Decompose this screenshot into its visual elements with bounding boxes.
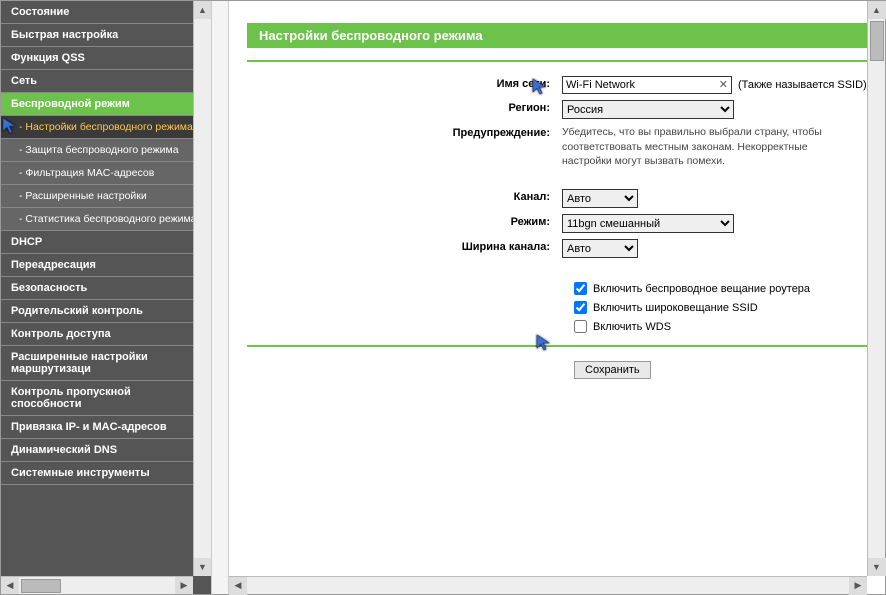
ssid-label: Имя сети: [247, 76, 562, 90]
enable-wireless-checkbox[interactable] [574, 282, 587, 295]
divider-top [247, 60, 867, 62]
scrollbar-thumb[interactable] [870, 21, 884, 61]
main-panel: Настройки беспроводного режима Имя сети:… [229, 1, 885, 594]
clear-input-icon[interactable]: ✕ [719, 78, 728, 91]
region-label: Регион: [247, 100, 562, 114]
main-scrollbar-vertical[interactable]: ▲ ▼ [867, 1, 885, 576]
scroll-up-icon[interactable]: ▲ [194, 1, 212, 19]
sidebar-item-17[interactable]: Привязка IP- и MAC-адресов [1, 416, 211, 439]
sidebar-item-15[interactable]: Расширенные настройки маршрутизаци [1, 346, 211, 381]
scroll-left-icon[interactable]: ◀ [1, 577, 19, 595]
sidebar-item-1[interactable]: Быстрая настройка [1, 24, 211, 47]
scroll-down-icon[interactable]: ▼ [868, 558, 886, 576]
chwidth-select[interactable]: Авто [562, 239, 638, 258]
sidebar-item-5[interactable]: - Настройки беспроводного режима [1, 116, 211, 139]
sidebar-item-9[interactable]: - Статистика беспроводного режима [1, 208, 211, 231]
divider-bottom [247, 345, 867, 347]
save-button[interactable]: Сохранить [574, 361, 651, 379]
sidebar-item-7[interactable]: - Фильтрация MAC-адресов [1, 162, 211, 185]
enable-wds-checkbox[interactable] [574, 320, 587, 333]
sidebar-item-3[interactable]: Сеть [1, 70, 211, 93]
sidebar: СостояниеБыстрая настройкаФункция QSSСет… [1, 1, 211, 594]
region-select[interactable]: Россия [562, 100, 734, 119]
sidebar-item-16[interactable]: Контроль пропускной способности [1, 381, 211, 416]
sidebar-item-2[interactable]: Функция QSS [1, 47, 211, 70]
sidebar-item-11[interactable]: Переадресация [1, 254, 211, 277]
scroll-up-icon[interactable]: ▲ [868, 1, 886, 19]
sidebar-item-0[interactable]: Состояние [1, 1, 211, 24]
cursor-icon [535, 333, 553, 354]
sidebar-item-19[interactable]: Системные инструменты [1, 462, 211, 485]
scroll-right-icon[interactable]: ▶ [175, 577, 193, 595]
warning-label: Предупреждение: [247, 125, 562, 139]
sidebar-item-18[interactable]: Динамический DNS [1, 439, 211, 462]
sidebar-item-12[interactable]: Безопасность [1, 277, 211, 300]
sidebar-item-10[interactable]: DHCP [1, 231, 211, 254]
sidebar-item-8[interactable]: - Расширенные настройки [1, 185, 211, 208]
enable-ssid-broadcast-label: Включить широковещание SSID [593, 302, 758, 314]
sidebar-item-14[interactable]: Контроль доступа [1, 323, 211, 346]
sidebar-item-13[interactable]: Родительский контроль [1, 300, 211, 323]
channel-select[interactable]: Авто [562, 189, 638, 208]
mode-label: Режим: [247, 214, 562, 228]
panel-divider[interactable] [211, 1, 229, 594]
channel-label: Канал: [247, 189, 562, 203]
sidebar-item-6[interactable]: - Защита беспроводного режима [1, 139, 211, 162]
enable-wds-label: Включить WDS [593, 321, 671, 333]
mode-select[interactable]: 11bgn смешанный [562, 214, 734, 233]
enable-wireless-label: Включить беспроводное вещание роутера [593, 283, 810, 295]
scroll-left-icon[interactable]: ◀ [229, 577, 247, 595]
scroll-right-icon[interactable]: ▶ [849, 577, 867, 595]
sidebar-scrollbar-vertical[interactable]: ▲ ▼ [193, 1, 211, 576]
page-title: Настройки беспроводного режима [247, 23, 867, 48]
main-scrollbar-horizontal[interactable]: ◀ ▶ [229, 576, 867, 594]
ssid-input[interactable] [562, 76, 732, 94]
warning-text: Убедитесь, что вы правильно выбрали стра… [562, 125, 842, 169]
scrollbar-thumb[interactable] [21, 579, 61, 593]
enable-ssid-broadcast-checkbox[interactable] [574, 301, 587, 314]
chwidth-label: Ширина канала: [247, 239, 562, 253]
scroll-down-icon[interactable]: ▼ [194, 558, 212, 576]
sidebar-item-4[interactable]: Беспроводной режим [1, 93, 211, 116]
ssid-aftertext: (Также называется SSID) [738, 79, 867, 91]
sidebar-scrollbar-horizontal[interactable]: ◀ ▶ [1, 576, 193, 594]
